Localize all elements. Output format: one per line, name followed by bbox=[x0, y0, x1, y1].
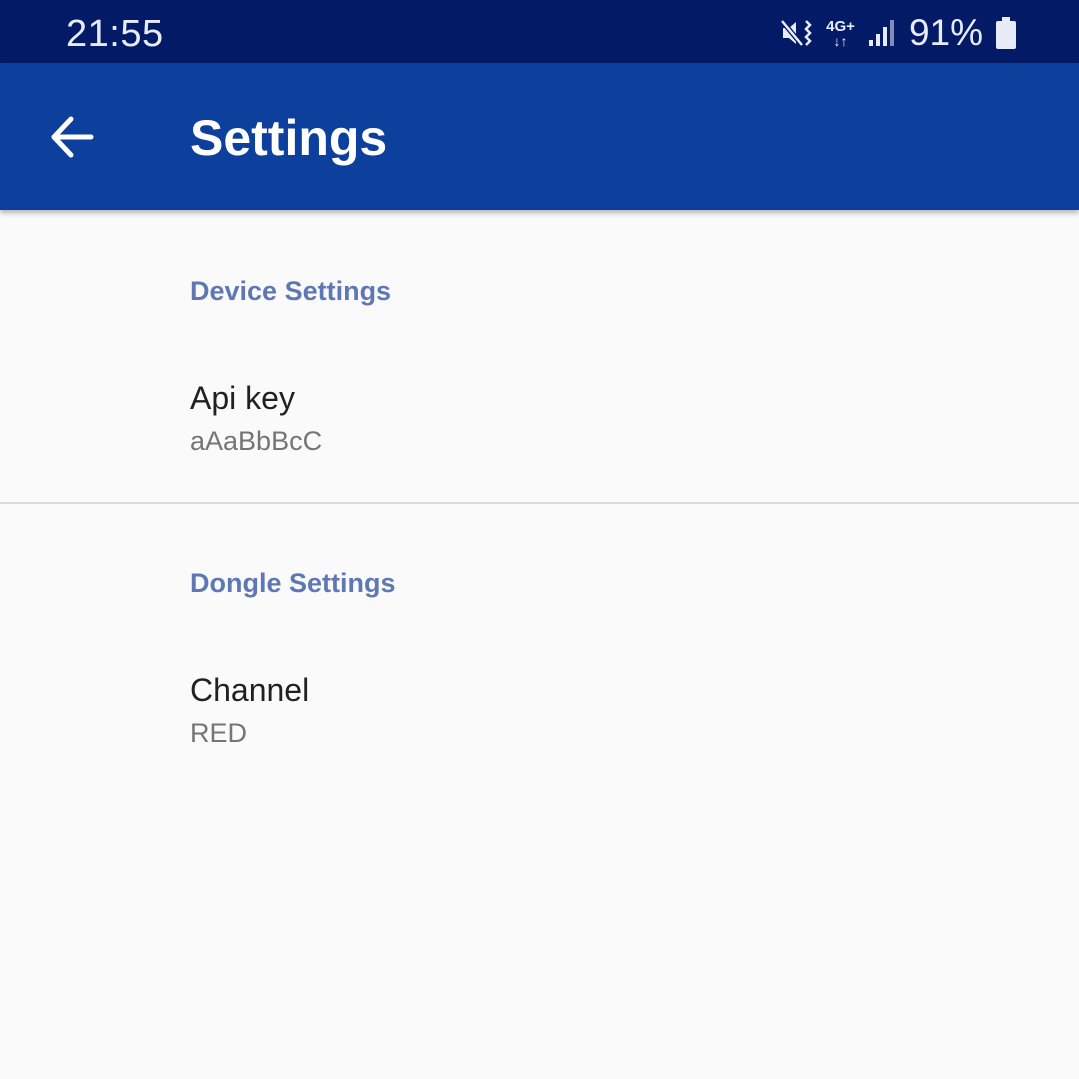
network-data-icon: 4G+ ↓↑ bbox=[826, 19, 855, 48]
app-bar: Settings bbox=[0, 63, 1079, 210]
status-icons: 4G+ ↓↑ 91% bbox=[780, 10, 1017, 56]
page-title: Settings bbox=[190, 110, 388, 166]
signal-icon bbox=[867, 18, 897, 48]
pref-channel-title: Channel bbox=[190, 672, 310, 708]
back-button[interactable] bbox=[40, 107, 104, 167]
battery-percent: 91% bbox=[908, 12, 983, 53]
pref-api-key[interactable]: Api key aAaBbBcC bbox=[0, 356, 1079, 506]
category-dongle-settings: Dongle Settings bbox=[190, 568, 396, 598]
category-device-settings: Device Settings bbox=[190, 276, 392, 306]
status-bar: 21:55 4G+ ↓↑ 91% bbox=[0, 0, 1079, 63]
network-type-label: 4G+ bbox=[826, 17, 855, 35]
network-arrows: ↓↑ bbox=[833, 32, 848, 49]
status-time: 21:55 bbox=[66, 13, 164, 55]
section-divider bbox=[0, 502, 1079, 504]
battery-icon bbox=[995, 16, 1017, 50]
pref-api-key-title: Api key bbox=[190, 380, 295, 416]
pref-channel[interactable]: Channel RED bbox=[0, 648, 1079, 798]
pref-channel-summary: RED bbox=[190, 718, 248, 748]
mute-vibrate-icon bbox=[780, 17, 814, 49]
arrow-back-icon bbox=[51, 116, 94, 158]
pref-api-key-summary: aAaBbBcC bbox=[190, 426, 323, 456]
